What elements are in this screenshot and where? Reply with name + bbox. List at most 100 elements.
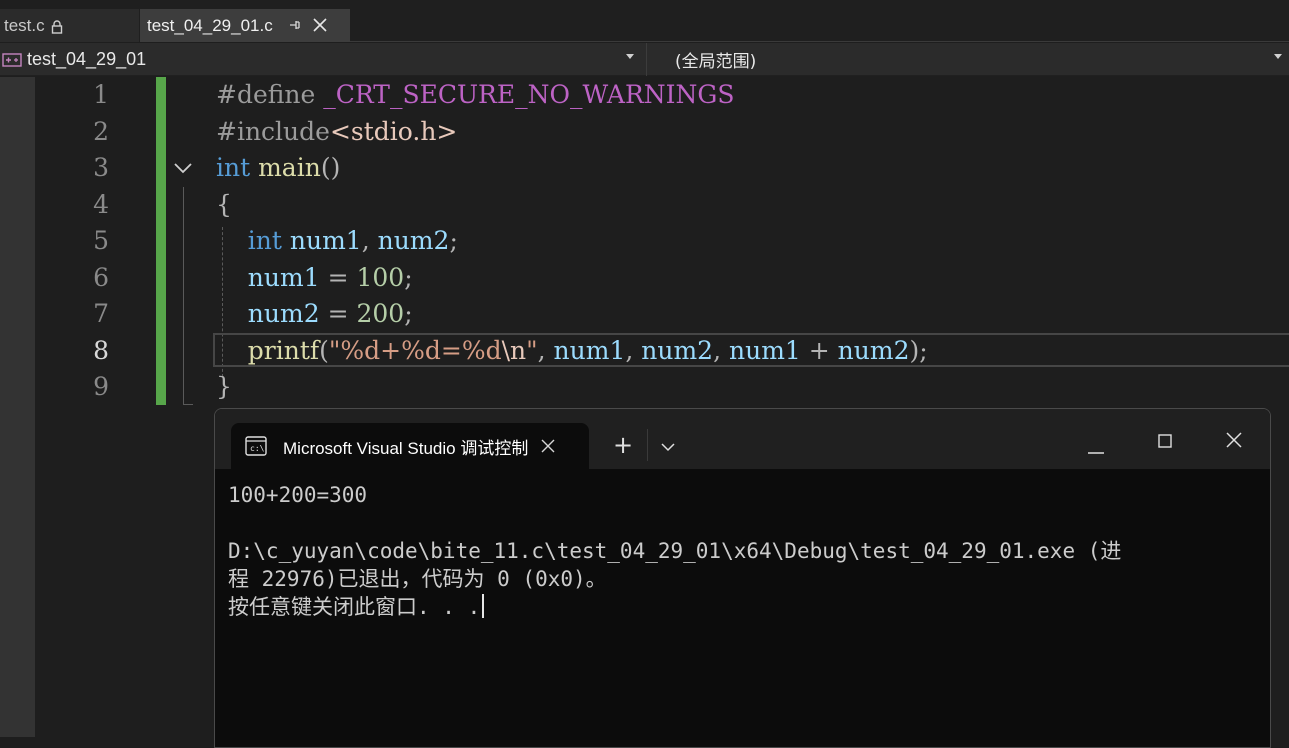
line-number: 4	[93, 189, 109, 219]
line-number: 9	[93, 372, 109, 401]
code-token: ()	[320, 153, 341, 182]
separator	[647, 429, 648, 461]
code-line[interactable]: int main()	[216, 150, 928, 187]
debug-console-window[interactable]: c:\ Microsoft Visual Studio 调试控制台 + 100+…	[214, 408, 1271, 748]
code-token: ,	[625, 335, 642, 365]
code-token: num2	[377, 226, 450, 255]
console-tab[interactable]: c:\ Microsoft Visual Studio 调试控制台	[231, 423, 589, 469]
code-token: num1	[289, 226, 362, 255]
code-token: );	[909, 335, 928, 365]
code-line[interactable]: {	[216, 187, 928, 224]
code-token: \n	[501, 335, 527, 365]
code-token: 200	[356, 299, 405, 328]
code-token: #define	[216, 80, 324, 109]
chevron-down-icon[interactable]	[1274, 54, 1282, 59]
scope-dropdown[interactable]: (全局范围)	[646, 43, 1289, 76]
code-token: num1	[553, 335, 626, 365]
code-token: printf	[247, 335, 320, 365]
line-number: 8	[93, 335, 109, 365]
tab-test-c[interactable]: test.c	[0, 9, 140, 42]
code-token: num2	[247, 299, 320, 328]
close-icon[interactable]	[313, 16, 327, 36]
tab-test-04-29-01-c[interactable]: test_04_29_01.c	[140, 9, 350, 42]
tab-label: test.c	[4, 15, 45, 35]
outline-guide-end	[183, 404, 193, 405]
new-tab-button[interactable]: +	[613, 431, 633, 459]
code-token: ,	[713, 335, 729, 365]
document-tab-strip: test.c test_04_29_01.c	[0, 0, 1289, 42]
code-line[interactable]: #define _CRT_SECURE_NO_WARNINGS	[216, 77, 928, 114]
scope-label: (全局范围)	[675, 52, 757, 72]
text-cursor	[482, 594, 485, 618]
close-window-button[interactable]	[1226, 432, 1242, 452]
code-line[interactable]: }	[216, 369, 928, 406]
line-number: 3	[93, 153, 109, 182]
chevron-down-icon[interactable]	[174, 161, 192, 175]
console-output: 100+200=300 D:\c_yuyan\code\bite_11.c\tes…	[228, 481, 1258, 621]
code-line[interactable]: #include<stdio.h>	[216, 114, 928, 151]
navigation-bar: test_04_29_01 (全局范围)	[0, 43, 1289, 76]
code-token: int	[216, 153, 259, 182]
console-output-line: D:\c_yuyan\code\bite_11.c\test_04_29_01\…	[228, 539, 1122, 563]
code-token: =	[319, 262, 357, 292]
line-number: 7	[93, 299, 109, 328]
close-icon[interactable]	[541, 434, 555, 458]
console-output-line: 程 22976)已退出，代码为 0 (0x0)。	[228, 567, 607, 591]
code-token: num2	[837, 335, 910, 365]
lock-icon	[51, 19, 63, 34]
project-icon	[2, 52, 22, 67]
minimize-button[interactable]	[1088, 439, 1104, 458]
svg-text:c:\: c:\	[250, 444, 265, 453]
code-token: ,	[361, 226, 378, 255]
code-token: "%d+%d=%d	[328, 335, 502, 365]
code-token: }	[216, 372, 232, 401]
console-output-line: 按任意键关闭此窗口. . .	[228, 593, 1258, 621]
code-token: ;	[404, 299, 413, 328]
code-token: ;	[404, 262, 413, 292]
line-number: 6	[93, 262, 109, 292]
chevron-down-icon[interactable]	[661, 437, 675, 456]
code-token: main	[258, 153, 321, 182]
pin-icon[interactable]	[289, 18, 301, 34]
line-number: 5	[93, 226, 109, 255]
code-line[interactable]: printf("%d+%d=%d\n", num1, num2, num1 + …	[216, 333, 928, 370]
code-token: <stdio.h>	[329, 116, 458, 146]
line-number: 1	[93, 80, 109, 109]
line-number: 2	[93, 116, 109, 146]
maximize-button[interactable]	[1158, 433, 1172, 452]
code-token: "	[526, 335, 538, 365]
chevron-down-icon[interactable]	[626, 54, 634, 59]
code-token: 100	[356, 262, 405, 292]
project-name: test_04_29_01	[27, 49, 147, 69]
change-tracking-bar	[156, 77, 166, 405]
console-tab-title: Microsoft Visual Studio 调试控制台	[283, 438, 529, 458]
code-token: num1	[247, 262, 320, 292]
tab-label: test_04_29_01.c	[147, 15, 273, 35]
line-number-gutter: 1 2 3 4 5 6 7 8 9	[35, 77, 155, 406]
glyph-margin	[0, 77, 35, 737]
code-token: (	[319, 335, 329, 365]
code-token: +	[800, 335, 838, 365]
code-line[interactable]: num1 = 100;	[216, 260, 928, 297]
outline-guide	[183, 187, 184, 405]
code-token: num1	[729, 335, 801, 365]
project-dropdown[interactable]: test_04_29_01	[0, 43, 640, 76]
code-token: num2	[641, 335, 714, 365]
terminal-icon: c:\	[245, 436, 267, 456]
code-text[interactable]: #define _CRT_SECURE_NO_WARNINGS #include<…	[216, 77, 928, 406]
code-token: _CRT_SECURE_NO_WARNINGS	[323, 80, 735, 109]
console-titlebar: c:\ Microsoft Visual Studio 调试控制台 +	[215, 409, 1270, 469]
code-line[interactable]: num2 = 200;	[216, 296, 928, 333]
code-token: int	[247, 226, 290, 255]
code-token: #include	[216, 116, 330, 146]
code-line[interactable]: int num1, num2;	[216, 223, 928, 260]
console-output-line: 100+200=300	[228, 483, 368, 507]
code-token: ,	[537, 335, 554, 365]
code-token: {	[216, 189, 232, 219]
code-token: =	[319, 299, 357, 328]
